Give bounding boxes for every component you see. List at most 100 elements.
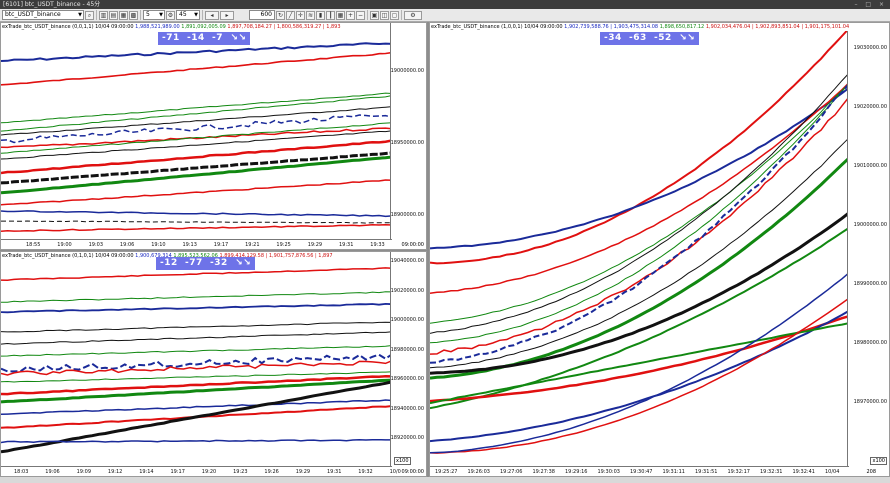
y-tick-label: 19040000.00 [390, 258, 424, 264]
save-icon[interactable]: ▤ [109, 10, 118, 20]
x-tick-label: 19:00 [57, 242, 72, 248]
print-icon[interactable]: ▦ [119, 10, 128, 20]
x-tick-label: 19:26 [264, 469, 279, 475]
draw-line-icon[interactable]: ╱ [286, 10, 295, 20]
pane-header-red-values: 1,902,034,476.04 | 1,902,893,851.04 | 1,… [705, 24, 850, 30]
chart-pane-bottom-left[interactable]: exTrade_btc_USDT_binance (0,1,0,1) 10/04… [0, 251, 427, 477]
window-controls[interactable]: – □ × [854, 0, 887, 9]
signal-badge: -71 -14 -7 ↘↘ [158, 32, 251, 45]
y-axis[interactable]: 19000000.00 18950000.00 18900000.00 [390, 23, 426, 249]
search-icon[interactable]: ⌕ [85, 10, 94, 20]
x-tick-label: 19:32:31 [760, 469, 783, 475]
indicator-line [1, 179, 392, 206]
x-tick-label: 19:23 [233, 469, 248, 475]
indicator-line [1, 302, 392, 314]
x-tick-label: 19:31:11 [662, 469, 685, 475]
layout-icon[interactable]: ▣ [370, 10, 379, 20]
indicator-line [1, 399, 392, 416]
horizontal-splitter[interactable] [0, 250, 427, 251]
crosshair-icon[interactable]: ✛ [296, 10, 305, 20]
price-chart-canvas [1, 42, 392, 232]
interval-count-select[interactable]: 5 ▼ [143, 10, 165, 20]
pane-header-blue-values: 1,988,521,989.00 [135, 24, 180, 30]
x-tick-label: 19:06 [119, 242, 135, 248]
indicator-line [1, 321, 392, 333]
indicator-line [430, 82, 849, 294]
toolbar-divider [96, 10, 97, 20]
zoom-level[interactable]: x100 [394, 457, 411, 465]
x-tick-label: 19:30:47 [630, 469, 653, 475]
interval-value-select[interactable]: 45 ▼ [176, 10, 200, 20]
settings-icon[interactable]: ⚙ [404, 10, 422, 20]
bar-count-label: 208 [865, 469, 877, 475]
signal-badge: -12 -77 -32 ↘↘ [156, 257, 256, 270]
x-tick-label: 19:29:16 [565, 469, 588, 475]
indicator-line [430, 322, 849, 405]
window-title-bar: [6101] btc_USDT_binance - 45分 – □ × [0, 0, 890, 9]
x-tick-label: 19:31:51 [695, 469, 718, 475]
x-tick-label: 18:03 [14, 469, 29, 475]
bar-count-input[interactable]: 600 [249, 10, 275, 20]
grid-icon[interactable]: ▩ [129, 10, 138, 20]
x-axis[interactable]: 18:55 19:00 19:03 19:06 19:10 19:13 19:17 19:21… [1, 239, 416, 249]
interval-count-value: 5 [146, 11, 150, 18]
chevron-down-icon: ▼ [194, 12, 198, 18]
zoom-in-icon[interactable]: + [346, 10, 355, 20]
indicator-line [1, 122, 392, 154]
toolbar-divider [202, 10, 203, 20]
x-tick-label: 19:17 [213, 242, 229, 248]
x-tick-label: 19:29 [295, 469, 311, 475]
indicator-icon[interactable]: ≋ [306, 10, 315, 20]
pane-header-title: exTrade_btc_USDT_binance (1,0,0,1) 10/04… [431, 24, 563, 30]
x-tick-label: 19:29 [307, 242, 323, 248]
indicator-line [430, 82, 849, 344]
x-tick-label: 19:32:17 [727, 469, 750, 475]
x-tick-label: 19:30:03 [597, 469, 620, 475]
x-tick-label: 19:31 [339, 242, 354, 248]
indicator-line [1, 92, 392, 124]
pane-header-red-values: 1,897,708,184.27 | 1,800,586,319.27 | 1,… [227, 24, 341, 30]
zoom-out-icon[interactable]: − [356, 10, 365, 20]
chart-icon[interactable]: ▥ [99, 10, 108, 20]
symbol-select[interactable]: btc_USDT_binance ▼ [2, 10, 84, 20]
chart-pane-top-left[interactable]: exTrade_btc_USDT_binance (0,0,1,1) 10/04… [0, 22, 427, 250]
x-axis[interactable]: 19:25:27 19:26:03 19:27:06 19:27:38 19:29:16… [430, 466, 849, 476]
indicator-line [1, 220, 392, 224]
y-tick-label: 18920000.00 [390, 435, 424, 441]
y-tick-label: 18970000.00 [853, 399, 887, 405]
pane-header-green-values: 1,891,092,005.09 [181, 24, 226, 30]
x-tick-label: 19:12 [107, 469, 123, 475]
y-tick-label: 18950000.00 [390, 140, 424, 146]
refresh-icon[interactable]: ↻ [276, 10, 285, 20]
x-tick-label: 19:27:38 [532, 469, 555, 475]
link-icon[interactable]: ⚙ [166, 10, 175, 20]
pane-header: exTrade_btc_USDT_binance (1,0,0,1) 10/04… [430, 23, 850, 31]
table-icon[interactable]: ▦ [336, 10, 345, 20]
window-title: [6101] btc_USDT_binance - 45分 [3, 1, 101, 8]
x-tick-label: 19:17 [170, 469, 185, 475]
y-tick-label: 19010000.00 [853, 163, 887, 169]
vertical-splitter[interactable] [427, 22, 429, 477]
x-tick-label: 19:26:03 [467, 469, 490, 475]
chart-pane-right[interactable]: exTrade_btc_USDT_binance (1,0,0,1) 10/04… [429, 22, 890, 477]
indicator-line [1, 155, 392, 195]
indicator-line [1, 291, 392, 303]
x-axis[interactable]: 18:03 19:06 19:09 19:12 19:14 19:17 19:20 19:23… [1, 466, 404, 476]
symbol-select-value: btc_USDT_binance [5, 11, 61, 18]
bar-chart-icon[interactable]: ▮ [316, 10, 325, 20]
x-tick-label: 19:20 [201, 469, 217, 475]
window-icon[interactable]: ▢ [390, 10, 399, 20]
step-back-icon[interactable]: ◂ [205, 10, 219, 20]
zoom-level[interactable]: x100 [870, 457, 887, 465]
y-axis[interactable]: 19040000.00 19020000.00 19000000.00 1898000… [390, 252, 426, 476]
x-tick-label: 19:25 [276, 242, 291, 248]
step-forward-icon[interactable]: ▸ [220, 10, 234, 20]
y-axis[interactable]: 19030000.00 19020000.00 19010000.00 1900000… [847, 23, 889, 476]
split-icon[interactable]: ◫ [380, 10, 389, 20]
x-tick-label: 19:31 [327, 469, 342, 475]
pane-header-title: exTrade_btc_USDT_binance (0,1,0,1) 10/04… [2, 253, 134, 259]
y-tick-label: 18990000.00 [853, 281, 887, 287]
y-tick-label: 19020000.00 [853, 104, 887, 110]
status-bar [0, 477, 890, 483]
candle-icon[interactable]: ┃ [326, 10, 335, 20]
